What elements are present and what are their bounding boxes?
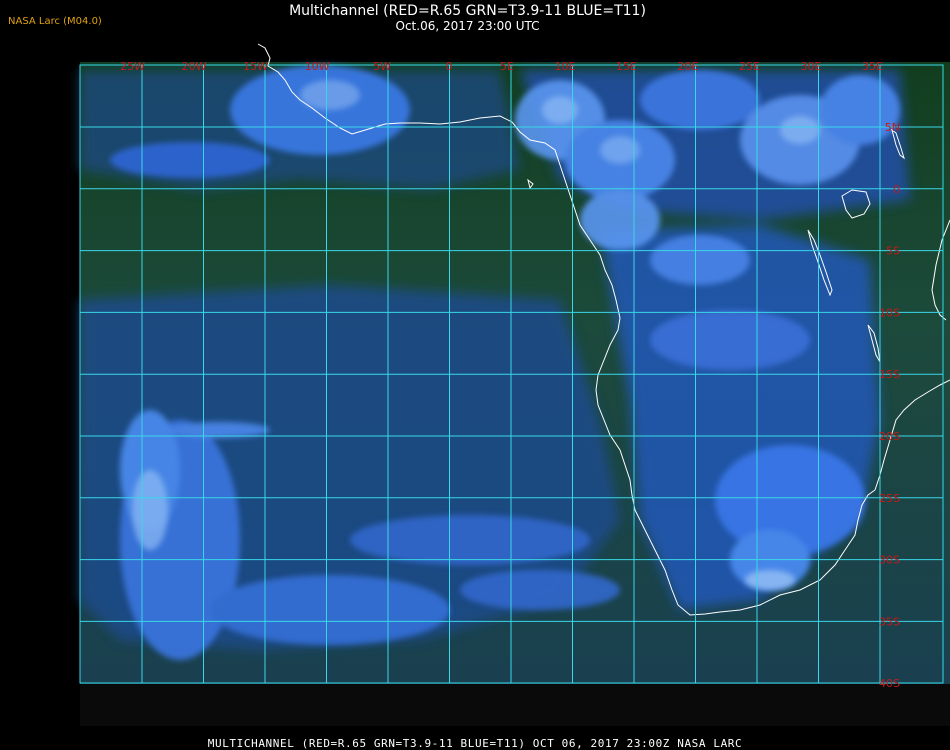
- longitude-label: 15W: [243, 60, 268, 73]
- latitude-label: 35S: [879, 615, 900, 628]
- longitude-label: 0: [446, 60, 453, 73]
- longitude-label: 5W: [373, 60, 391, 73]
- satellite-map: 25W 20W 15W 10W 5W 0 5E 10E 15E 20E 25E 30E 35E 5N 0 5…: [0, 0, 950, 750]
- latitude-label: 5S: [886, 245, 900, 258]
- latitude-label: 15S: [879, 368, 900, 381]
- footer-caption: MULTICHANNEL (RED=R.65 GRN=T3.9-11 BLUE=…: [207, 737, 743, 750]
- latitude-label: 5N: [885, 121, 900, 134]
- longitude-label: 35E: [862, 60, 883, 73]
- longitude-label: 20W: [182, 60, 207, 73]
- image-bottom-strip: [80, 684, 950, 726]
- longitude-label: 5E: [500, 60, 514, 73]
- longitude-label: 25W: [120, 60, 145, 73]
- longitude-label: 10E: [555, 60, 576, 73]
- latitude-label: 20S: [879, 430, 900, 443]
- latitude-label: 30S: [879, 554, 900, 567]
- latitude-label: 10S: [879, 306, 900, 319]
- longitude-label: 15E: [616, 60, 637, 73]
- latitude-label: 25S: [879, 492, 900, 505]
- longitude-label: 10W: [305, 60, 330, 73]
- latitude-label: 0: [893, 183, 900, 196]
- longitude-label: 25E: [739, 60, 760, 73]
- longitude-label: 20E: [678, 60, 699, 73]
- longitude-label: 30E: [801, 60, 822, 73]
- satellite-map-svg: 25W 20W 15W 10W 5W 0 5E 10E 15E 20E 25E 30E 35E 5N 0 5…: [79, 43, 950, 726]
- latitude-label: 40S: [879, 677, 900, 690]
